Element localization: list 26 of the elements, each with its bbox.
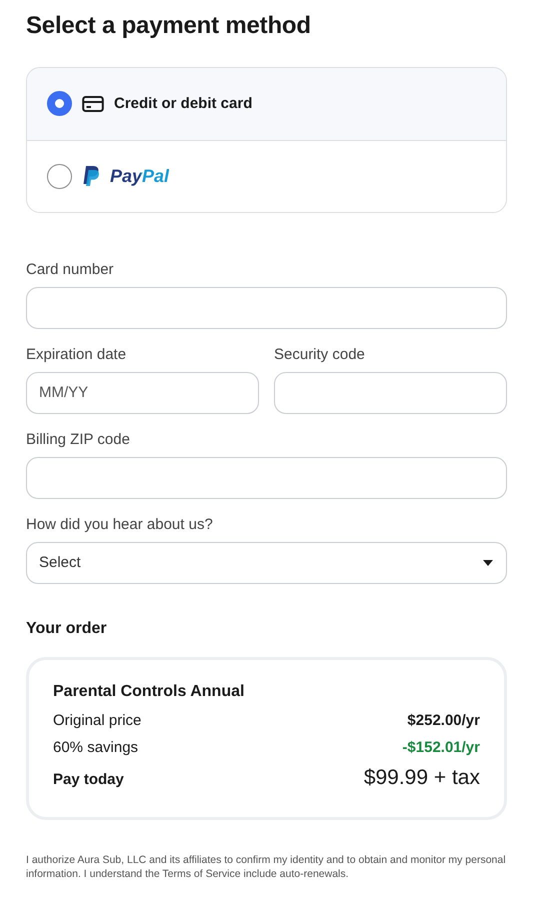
line-label: Original price [53, 710, 142, 730]
field-label: Card number [26, 260, 114, 279]
line-label: 60% savings [53, 738, 138, 758]
caret-icon [482, 560, 494, 566]
option-label: Credit or debit card [114, 94, 252, 114]
dropdown-field[interactable]: Select [26, 542, 507, 584]
line-label: Pay today [53, 770, 124, 790]
paypal-p-icon [82, 165, 100, 188]
field-label: Security code [274, 346, 365, 364]
disclaimer-text: I authorize Aura Sub, LLC and its affiliates to confirm my identity and to obtain and monitor my personal information. I understand the Terms of Service include auto-renewals. [26, 853, 507, 882]
input-field[interactable] [26, 456, 507, 499]
field-label: How did you hear about us? [26, 516, 213, 534]
radio-button[interactable] [47, 91, 72, 116]
line-amount: -$152.01/yr [402, 738, 480, 758]
input-field[interactable] [274, 372, 507, 414]
page-title: Select a payment method [26, 12, 312, 41]
input-field[interactable] [26, 286, 507, 329]
line-amount: $99.99 + tax [364, 764, 480, 791]
line-amount: $252.00/yr [407, 710, 480, 730]
product-name: Parental Controls Annual [53, 682, 244, 702]
field-label: Expiration date [26, 346, 126, 364]
radio-button[interactable] [47, 164, 72, 189]
section-heading: Your order [26, 618, 107, 638]
field-label: Billing ZIP code [26, 430, 130, 449]
credit-card-icon [82, 94, 104, 113]
input-field[interactable]: MM/YY [26, 372, 259, 414]
